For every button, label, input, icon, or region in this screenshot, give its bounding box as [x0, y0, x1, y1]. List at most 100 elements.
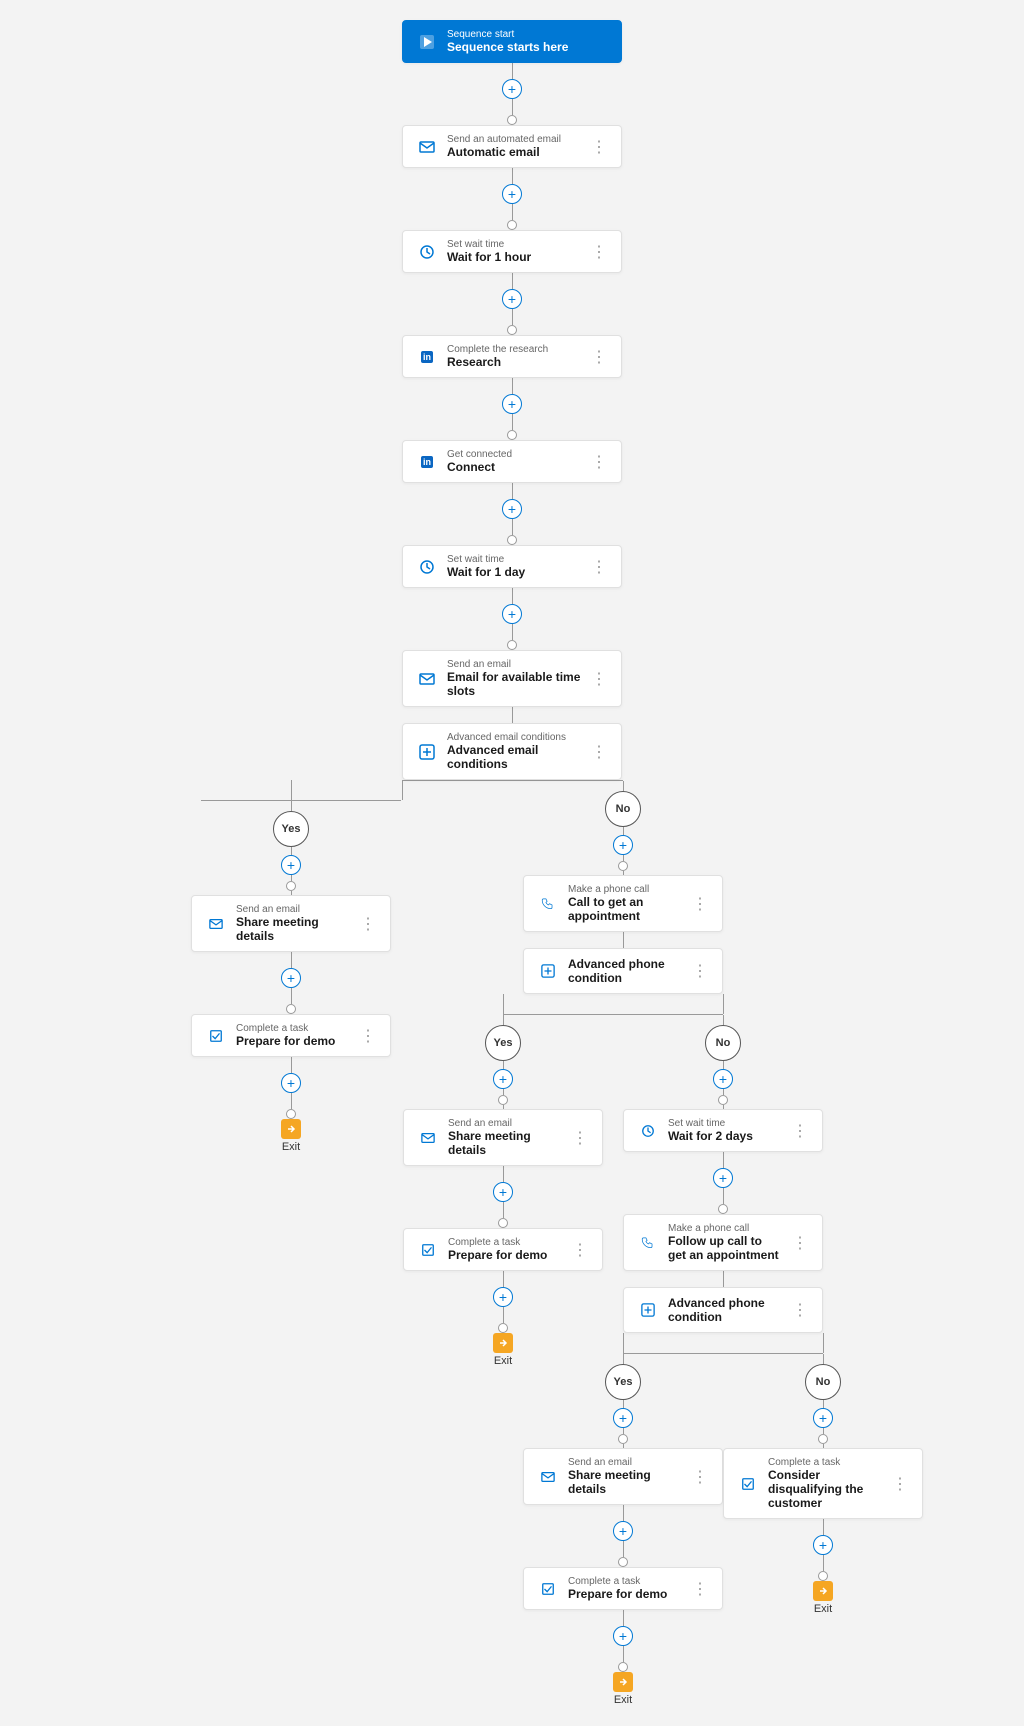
wait-1h-subtitle: Set wait time	[447, 239, 581, 250]
step-auto-email[interactable]: Send an automated email Automatic email …	[402, 125, 622, 168]
share-meeting-y3-menu[interactable]: ⋮	[690, 1467, 710, 1487]
call-appt-menu[interactable]: ⋮	[690, 894, 710, 914]
add-btn-3[interactable]: +	[502, 289, 522, 309]
step-research[interactable]: in Complete the research Research ⋮	[402, 335, 622, 378]
prepare-demo-y2-menu[interactable]: ⋮	[570, 1240, 590, 1260]
exit-y1: Exit	[281, 1119, 301, 1153]
add-btn-y2-2[interactable]: +	[493, 1182, 513, 1202]
task-icon-y1	[204, 1024, 228, 1048]
step-adv-phone-cond2[interactable]: Advanced phone condition ⋮	[623, 1287, 823, 1333]
step-prepare-demo-y1[interactable]: Complete a task Prepare for demo ⋮	[191, 1014, 391, 1057]
adv-email-cond-menu[interactable]: ⋮	[589, 742, 609, 762]
research-content: Complete the research Research	[447, 344, 581, 369]
step-connect[interactable]: in Get connected Connect ⋮	[402, 440, 622, 483]
share-meeting-y1-menu[interactable]: ⋮	[358, 914, 378, 934]
add-btn-4[interactable]: +	[502, 394, 522, 414]
add-btn-no2[interactable]: +	[713, 1069, 733, 1089]
step-share-meeting-y2[interactable]: Send an email Share meeting details ⋮	[403, 1109, 603, 1166]
step-email-slots[interactable]: Send an email Email for available time s…	[402, 650, 622, 707]
branch3-yes-col: Yes +	[523, 1333, 723, 1706]
email-slots-subtitle: Send an email	[447, 659, 581, 670]
step-follow-up-call[interactable]: Make a phone call Follow up call to get …	[623, 1214, 823, 1271]
exit-label-y1: Exit	[282, 1141, 300, 1153]
add-btn-y1-2[interactable]: +	[281, 968, 301, 988]
add-btn-1[interactable]: +	[502, 79, 522, 99]
add-btn-y3-3[interactable]: +	[613, 1626, 633, 1646]
add-btn-no2-2[interactable]: +	[713, 1168, 733, 1188]
adv-phone-cond1-menu[interactable]: ⋮	[690, 961, 710, 981]
adv-email-cond-title: Advanced email conditions	[447, 743, 581, 771]
phone-icon-1	[536, 892, 560, 916]
wait-1h-title: Wait for 1 hour	[447, 250, 581, 264]
step-wait-1h[interactable]: Set wait time Wait for 1 hour ⋮	[402, 230, 622, 273]
branch1-no-label: No	[605, 791, 641, 827]
step-share-meeting-y1[interactable]: Send an email Share meeting details ⋮	[191, 895, 391, 952]
line-2b	[512, 204, 513, 220]
auto-email-title: Automatic email	[447, 145, 581, 159]
share-meeting-y2-menu[interactable]: ⋮	[570, 1128, 590, 1148]
start-subtitle: Sequence start	[447, 29, 609, 40]
auto-email-content: Send an automated email Automatic email	[447, 134, 581, 159]
start-content: Sequence start Sequence starts here	[447, 29, 609, 54]
add-btn-no3[interactable]: +	[813, 1408, 833, 1428]
add-btn-y2-3[interactable]: +	[493, 1287, 513, 1307]
connect-menu[interactable]: ⋮	[589, 452, 609, 472]
exit-icon-n3	[813, 1581, 833, 1601]
exit-label-n3: Exit	[814, 1603, 832, 1615]
phone-icon-2	[636, 1231, 660, 1255]
exit-y3: Exit	[613, 1672, 633, 1706]
connector-7	[512, 707, 513, 723]
wait-1h-menu[interactable]: ⋮	[589, 242, 609, 262]
step-adv-email-cond[interactable]: Advanced email conditions Advanced email…	[402, 723, 622, 780]
add-btn-n3-2[interactable]: +	[813, 1535, 833, 1555]
email-icon-y1	[204, 912, 228, 936]
connector-3: +	[502, 273, 522, 335]
add-btn-yes2[interactable]: +	[493, 1069, 513, 1089]
auto-email-subtitle: Send an automated email	[447, 134, 581, 145]
research-menu[interactable]: ⋮	[589, 347, 609, 367]
add-btn-y3-2[interactable]: +	[613, 1521, 633, 1541]
exit-n3: Exit	[813, 1581, 833, 1615]
connector-6: +	[502, 588, 522, 650]
branch2-no-col: No +	[603, 994, 843, 1706]
follow-up-call-menu[interactable]: ⋮	[790, 1233, 810, 1253]
step-wait-1d[interactable]: Set wait time Wait for 1 day ⋮	[402, 545, 622, 588]
add-btn-yes3[interactable]: +	[613, 1408, 633, 1428]
step-start[interactable]: Sequence start Sequence starts here	[402, 20, 622, 63]
add-btn-5[interactable]: +	[502, 499, 522, 519]
clock-icon-3	[636, 1119, 660, 1143]
disqualify-menu[interactable]: ⋮	[890, 1474, 910, 1494]
branch3-yes-label: Yes	[605, 1364, 641, 1400]
exit-icon-y2	[493, 1333, 513, 1353]
prepare-demo-y1-menu[interactable]: ⋮	[358, 1026, 378, 1046]
wait-2d-menu[interactable]: ⋮	[790, 1121, 810, 1141]
step-disqualify[interactable]: Complete a task Consider disqualifying t…	[723, 1448, 923, 1519]
add-btn-no1[interactable]: +	[613, 835, 633, 855]
start-icon	[415, 30, 439, 54]
line-2	[512, 168, 513, 184]
step-adv-phone-cond1[interactable]: Advanced phone condition ⋮	[523, 948, 723, 994]
step-prepare-demo-y3[interactable]: Complete a task Prepare for demo ⋮	[523, 1567, 723, 1610]
add-btn-yes1[interactable]: +	[281, 855, 301, 875]
email-icon-y3	[536, 1465, 560, 1489]
step-call-appt[interactable]: Make a phone call Call to get an appoint…	[523, 875, 723, 932]
step-wait-2d[interactable]: Set wait time Wait for 2 days ⋮	[623, 1109, 823, 1152]
wait-1h-content: Set wait time Wait for 1 hour	[447, 239, 581, 264]
connector-5: +	[502, 483, 522, 545]
branch1-no-col: No +	[403, 780, 843, 1706]
step-prepare-demo-y2[interactable]: Complete a task Prepare for demo ⋮	[403, 1228, 603, 1271]
email-slots-content: Send an email Email for available time s…	[447, 659, 581, 698]
exit-label-y3: Exit	[614, 1694, 632, 1706]
add-btn-y1-3[interactable]: +	[281, 1073, 301, 1093]
add-btn-6[interactable]: +	[502, 604, 522, 624]
task-icon-y3	[536, 1577, 560, 1601]
adv-phone-cond2-menu[interactable]: ⋮	[790, 1300, 810, 1320]
email-slots-menu[interactable]: ⋮	[589, 669, 609, 689]
add-btn-2[interactable]: +	[502, 184, 522, 204]
branch3-no-label: No	[805, 1364, 841, 1400]
auto-email-menu[interactable]: ⋮	[589, 137, 609, 157]
branch3-split: Yes +	[523, 1333, 923, 1706]
step-share-meeting-y3[interactable]: Send an email Share meeting details ⋮	[523, 1448, 723, 1505]
prepare-demo-y3-menu[interactable]: ⋮	[690, 1579, 710, 1599]
wait-1d-menu[interactable]: ⋮	[589, 557, 609, 577]
